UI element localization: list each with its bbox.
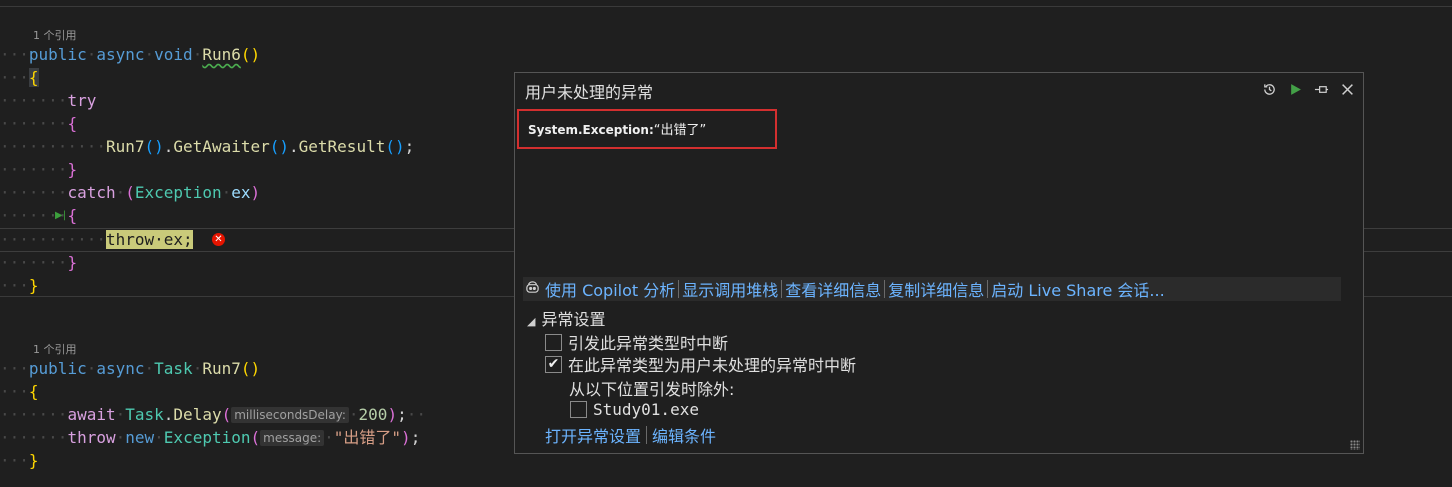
method-separator (0, 6, 1452, 7)
copilot-icon (523, 280, 540, 299)
code-line: ···} (0, 451, 39, 470)
exception-settings-header[interactable]: ◢ 异常设置 (527, 306, 605, 330)
method-name-run6[interactable]: Run6 (202, 45, 241, 64)
resize-grip[interactable] (1350, 440, 1360, 450)
module-exception-option[interactable]: Study01.exe (570, 400, 699, 419)
code-line: ·······catch·(Exception·ex) (0, 183, 261, 202)
code-line-current: ···········throw·ex; (0, 230, 193, 249)
method-name-run7[interactable]: Run7 (202, 359, 241, 378)
code-line: ·······throw·new·Exception(message: ·"出错了… (0, 428, 421, 447)
checkmark-icon: ✔ (547, 356, 560, 372)
show-call-stack-link[interactable]: 显示调用堆栈 (679, 277, 781, 301)
edit-conditions-link[interactable]: 编辑条件 (652, 423, 716, 447)
parameter-hint: message: (260, 430, 325, 446)
codelens-references[interactable]: 1 个引用 (33, 28, 77, 44)
error-icon[interactable]: ✕ (212, 233, 225, 246)
play-icon[interactable] (1285, 79, 1305, 99)
code-line: ···{ (0, 382, 39, 401)
code-line: ·······} (0, 253, 78, 272)
module-checkbox[interactable] (570, 401, 587, 418)
code-line: ···{ (0, 68, 39, 87)
close-icon[interactable] (1337, 79, 1357, 99)
popup-toolbar (1259, 79, 1357, 99)
view-details-link[interactable]: 查看详细信息 (782, 277, 884, 301)
collapse-triangle-icon: ◢ (527, 315, 536, 328)
divider (646, 426, 648, 444)
code-line: ·······{ (0, 206, 78, 225)
break-when-thrown-option[interactable]: 引发此异常类型时中断 (545, 330, 728, 354)
code-line: ·······try (0, 91, 97, 110)
code-line: ···public·async·void·Run6() (0, 45, 261, 64)
current-statement[interactable]: throw·ex; (105, 230, 193, 249)
code-line: ···········Run7().GetAwaiter().GetResult… (0, 137, 415, 156)
pin-icon[interactable] (1311, 79, 1331, 99)
code-line: ·······{ (0, 114, 78, 133)
break-when-unhandled-option[interactable]: ✔ 在此异常类型为用户未处理的异常时中断 (545, 352, 856, 376)
break-when-thrown-checkbox[interactable] (545, 333, 562, 351)
open-exception-settings-link[interactable]: 打开异常设置 (545, 423, 641, 447)
break-when-unhandled-checkbox[interactable]: ✔ (545, 355, 562, 373)
code-line: ···} (0, 276, 39, 295)
except-when-thrown-label: 从以下位置引发时除外: (569, 380, 735, 399)
parameter-hint: millisecondsDelay: (231, 407, 349, 423)
exception-action-bar: 使用 Copilot 分析 显示调用堆栈 查看详细信息 复制详细信息 启动 Li… (523, 277, 1341, 301)
start-live-share-link[interactable]: 启动 Live Share 会话... (988, 277, 1167, 301)
exception-settings-links: 打开异常设置 编辑条件 (545, 423, 716, 447)
exception-message: System.Exception:“出错了” (528, 123, 707, 138)
copy-details-link[interactable]: 复制详细信息 (885, 277, 987, 301)
popup-title: 用户未处理的异常 (525, 83, 654, 102)
codelens-references[interactable]: 1 个引用 (33, 342, 77, 358)
exception-message-highlight: System.Exception:“出错了” (517, 109, 777, 149)
code-line: ···public·async·Task·Run7() (0, 359, 261, 378)
code-line: ·······await·Task.Delay(millisecondsDela… (0, 405, 426, 424)
analyze-with-copilot-link[interactable]: 使用 Copilot 分析 (542, 277, 678, 301)
code-line: ·······} (0, 160, 78, 179)
history-icon[interactable] (1259, 79, 1279, 99)
exception-popup: 用户未处理的异常 System.Exception:“出错了” 使用 Copil… (514, 72, 1364, 454)
